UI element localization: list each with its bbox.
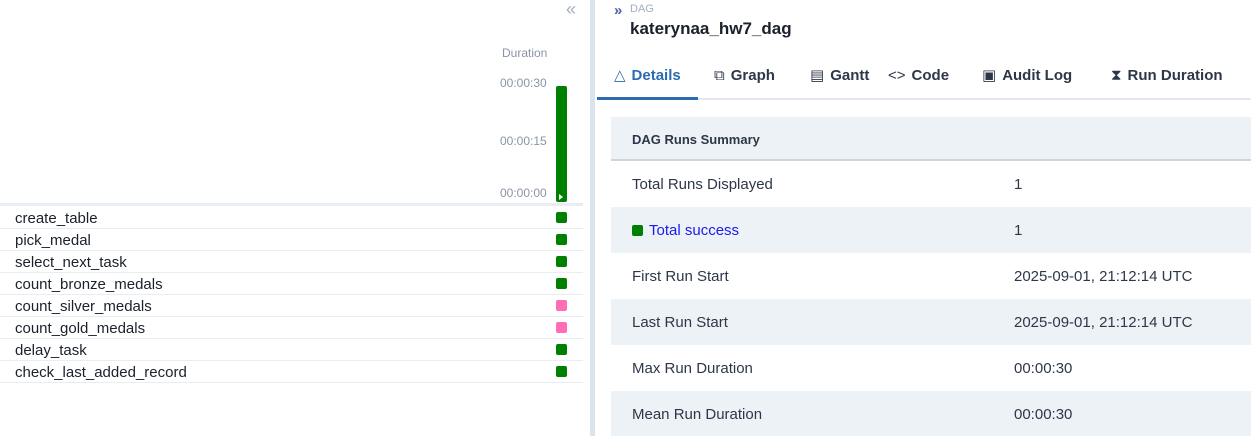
dag-id-title[interactable]: katerynaa_hw7_dag — [630, 19, 792, 39]
collapse-icon[interactable]: « — [566, 0, 576, 18]
summary-label: Mean Run Duration — [632, 406, 763, 423]
success-status-icon — [632, 225, 643, 236]
expand-icon[interactable]: » — [614, 2, 622, 19]
tab-label: Graph — [730, 67, 775, 84]
task-row[interactable]: pick_medal — [0, 229, 583, 251]
tab-run-duration[interactable]: ⧗ Run Duration — [1111, 60, 1223, 98]
summary-row: First Run Start 2025-09-01, 21:12:14 UTC — [611, 253, 1251, 299]
breadcrumb-label: DAG — [630, 3, 654, 15]
summary-label: Total success — [649, 222, 740, 239]
tab-label: Gantt — [830, 67, 870, 84]
task-name[interactable]: delay_task — [15, 342, 87, 359]
pane-resize-handle[interactable] — [590, 0, 595, 436]
tab-label: Audit Log — [1002, 67, 1073, 84]
task-row[interactable]: select_next_task — [0, 251, 583, 273]
task-instance-status[interactable] — [556, 256, 567, 267]
hourglass-icon: ⧗ — [1111, 67, 1122, 84]
grid-pane: « Duration 00:00:30 00:00:15 00:00:00 cr… — [0, 0, 583, 436]
run-duration-bar[interactable] — [556, 86, 567, 202]
airflow-dag-view: « Duration 00:00:30 00:00:15 00:00:00 cr… — [0, 0, 1251, 436]
summary-label: Last Run Start — [632, 314, 728, 331]
task-name[interactable]: pick_medal — [15, 232, 91, 249]
task-name[interactable]: select_next_task — [15, 254, 127, 271]
summary-label: Total Runs Displayed — [632, 176, 773, 193]
task-instance-status[interactable] — [556, 234, 567, 245]
details-pane: » DAG katerynaa_hw7_dag △ Details ⧉ Graph … — [597, 0, 1251, 436]
summary-value: 00:00:30 — [1014, 406, 1073, 423]
document-icon: ▣ — [982, 67, 997, 84]
task-instance-status[interactable] — [556, 366, 567, 377]
dag-runs-summary-table: DAG Runs Summary Total Runs Displayed 1 … — [611, 117, 1251, 436]
task-row[interactable]: count_gold_medals — [0, 317, 583, 339]
gantt-icon: ▤ — [810, 67, 825, 84]
task-row[interactable]: count_bronze_medals — [0, 273, 583, 295]
play-icon — [559, 194, 563, 200]
summary-value: 1 — [1014, 222, 1023, 239]
summary-title: DAG Runs Summary — [632, 132, 760, 147]
task-name[interactable]: count_bronze_medals — [15, 276, 163, 293]
code-icon: <> — [888, 67, 906, 84]
tab-gantt[interactable]: ▤ Gantt — [810, 60, 869, 98]
summary-row: Total Runs Displayed 1 — [611, 161, 1251, 207]
summary-header: DAG Runs Summary — [611, 117, 1251, 161]
summary-label: First Run Start — [632, 268, 729, 285]
task-row[interactable]: check_last_added_record — [0, 361, 583, 383]
duration-axis-title: Duration — [502, 46, 548, 60]
duration-tick: 00:00:00 — [500, 186, 547, 200]
summary-label: Max Run Duration — [632, 360, 753, 377]
tab-label: Details — [631, 67, 681, 84]
task-row[interactable]: delay_task — [0, 339, 583, 361]
task-row[interactable]: count_silver_medals — [0, 295, 583, 317]
task-instance-status[interactable] — [556, 212, 567, 223]
grid-header-divider — [0, 203, 583, 206]
tab-bar: △ Details ⧉ Graph ▤ Gantt <> Code ▣ Audit Log… — [597, 60, 1251, 100]
task-instance-status[interactable] — [556, 344, 567, 355]
tab-code[interactable]: <> Code — [888, 60, 949, 98]
duration-tick: 00:00:30 — [500, 76, 547, 90]
summary-row: Max Run Duration 00:00:30 — [611, 345, 1251, 391]
graph-icon: ⧉ — [714, 67, 725, 84]
summary-row: Total success 1 — [611, 207, 1251, 253]
summary-row: Mean Run Duration 00:00:30 — [611, 391, 1251, 436]
summary-value: 2025-09-01, 21:12:14 UTC — [1014, 314, 1193, 331]
task-row[interactable]: create_table — [0, 207, 583, 229]
task-instance-status[interactable] — [556, 322, 567, 333]
task-name[interactable]: create_table — [15, 210, 98, 227]
tab-details[interactable]: △ Details — [597, 60, 698, 100]
tab-graph[interactable]: ⧉ Graph — [714, 60, 775, 98]
duration-tick: 00:00:15 — [500, 134, 547, 148]
task-instance-status[interactable] — [556, 300, 567, 311]
task-name[interactable]: check_last_added_record — [15, 364, 187, 381]
warning-triangle-icon: △ — [614, 67, 626, 84]
task-name[interactable]: count_gold_medals — [15, 320, 145, 337]
tab-label: Run Duration — [1127, 67, 1223, 84]
summary-value: 2025-09-01, 21:12:14 UTC — [1014, 268, 1193, 285]
task-list: create_table pick_medal select_next_task… — [0, 207, 583, 383]
tab-label: Code — [911, 67, 950, 84]
summary-value: 00:00:30 — [1014, 360, 1073, 377]
tab-audit-log[interactable]: ▣ Audit Log — [982, 60, 1072, 98]
total-success-link[interactable]: Total success — [632, 222, 739, 239]
summary-value: 1 — [1014, 176, 1023, 193]
task-name[interactable]: count_silver_medals — [15, 298, 152, 315]
task-instance-status[interactable] — [556, 278, 567, 289]
summary-row: Last Run Start 2025-09-01, 21:12:14 UTC — [611, 299, 1251, 345]
